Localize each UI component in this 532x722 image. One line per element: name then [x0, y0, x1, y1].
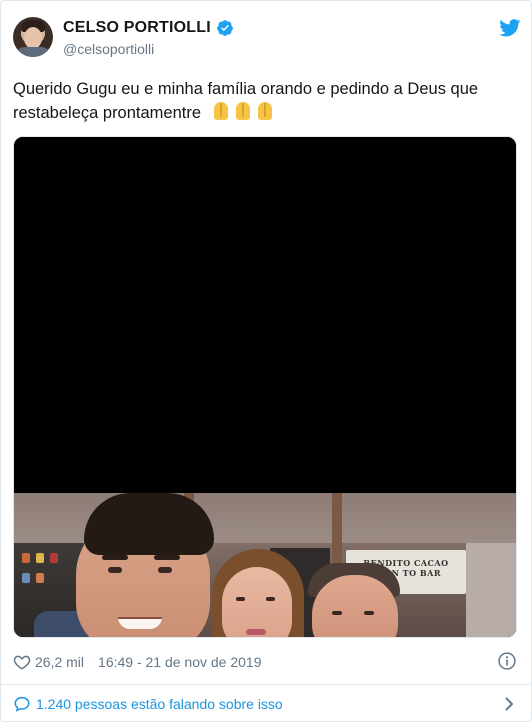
info-icon[interactable] [497, 651, 517, 671]
tweet-text: Querido Gugu eu e minha família orando e… [13, 77, 521, 125]
video-frame[interactable] [14, 137, 516, 493]
speech-bubble-icon [14, 696, 30, 712]
like-count[interactable]: 26,2 mil [35, 654, 84, 670]
heart-icon[interactable] [13, 653, 31, 671]
folded-hands-icon [254, 101, 276, 121]
tweet-card: CELSO PORTIOLLI @celsoportiolli Querido … [0, 0, 532, 722]
twitter-bird-icon[interactable] [499, 19, 521, 37]
conversation-link[interactable]: 1.240 pessoas estão falando sobre isso [1, 685, 532, 722]
conversation-count-text[interactable]: 1.240 pessoas estão falando sobre isso [36, 696, 283, 712]
tweet-timestamp[interactable]: 16:49 - 21 de nov de 2019 [98, 654, 261, 670]
author-display-name[interactable]: CELSO PORTIOLLI [63, 19, 211, 37]
selfie-photo: BENDITO CACAO BEAN TO BAR [14, 493, 516, 637]
chevron-right-icon[interactable] [503, 696, 515, 712]
folded-hands-emoji [210, 101, 276, 125]
folded-hands-icon [232, 101, 254, 121]
avatar[interactable] [13, 17, 53, 57]
tweet-media-video[interactable]: BENDITO CACAO BEAN TO BAR [13, 136, 517, 638]
author-handle[interactable]: @celsoportiolli [63, 41, 154, 57]
author-name-row: CELSO PORTIOLLI [63, 19, 234, 37]
tweet-meta: 26,2 mil 16:49 - 21 de nov de 2019 [13, 651, 262, 673]
folded-hands-icon [210, 101, 232, 121]
verified-badge-icon [217, 20, 233, 36]
tweet-header: CELSO PORTIOLLI @celsoportiolli [13, 17, 521, 61]
